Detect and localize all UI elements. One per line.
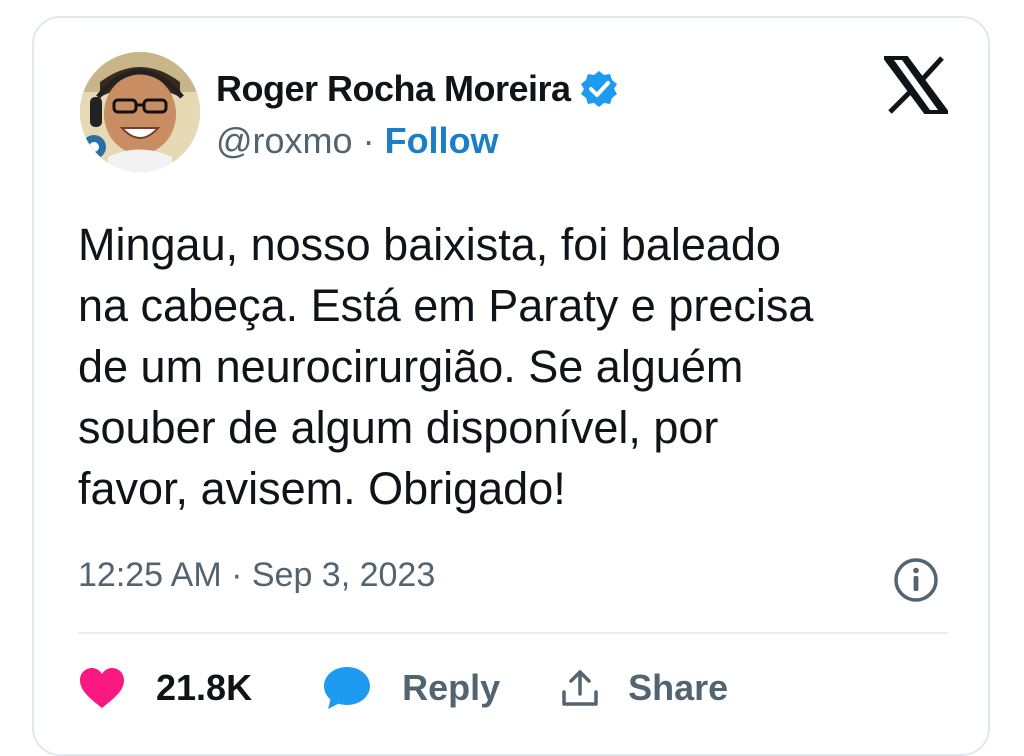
share-button[interactable]: Share xyxy=(560,667,728,709)
author-handle-row: @roxmo · Follow xyxy=(216,118,499,164)
avatar[interactable] xyxy=(80,52,200,172)
info-icon[interactable] xyxy=(892,556,940,604)
author-handle[interactable]: @roxmo xyxy=(216,120,353,162)
author-name-row: Roger Rocha Moreira xyxy=(216,64,619,114)
speech-bubble-icon xyxy=(324,667,371,709)
separator-dot: · xyxy=(362,120,375,161)
action-bar: 21.8K Reply Share xyxy=(78,662,728,714)
reply-label: Reply xyxy=(402,667,501,708)
share-upload-icon xyxy=(562,670,598,706)
x-logo-icon[interactable] xyxy=(884,56,948,114)
reply-button[interactable]: Reply xyxy=(322,665,500,711)
likes-count: 21.8K xyxy=(156,667,253,708)
share-label: Share xyxy=(628,667,729,708)
tweet-timestamp[interactable]: 12:25 AM · Sep 3, 2023 xyxy=(78,556,435,595)
author-name[interactable]: Roger Rocha Moreira xyxy=(216,68,571,110)
like-button[interactable]: 21.8K xyxy=(78,666,252,710)
heart-icon xyxy=(80,668,124,708)
tweet-text: Mingau, nosso baixista, foi baleado na c… xyxy=(78,219,814,514)
follow-button[interactable]: Follow xyxy=(385,120,499,162)
divider xyxy=(78,632,948,634)
verified-badge-icon xyxy=(580,71,617,107)
